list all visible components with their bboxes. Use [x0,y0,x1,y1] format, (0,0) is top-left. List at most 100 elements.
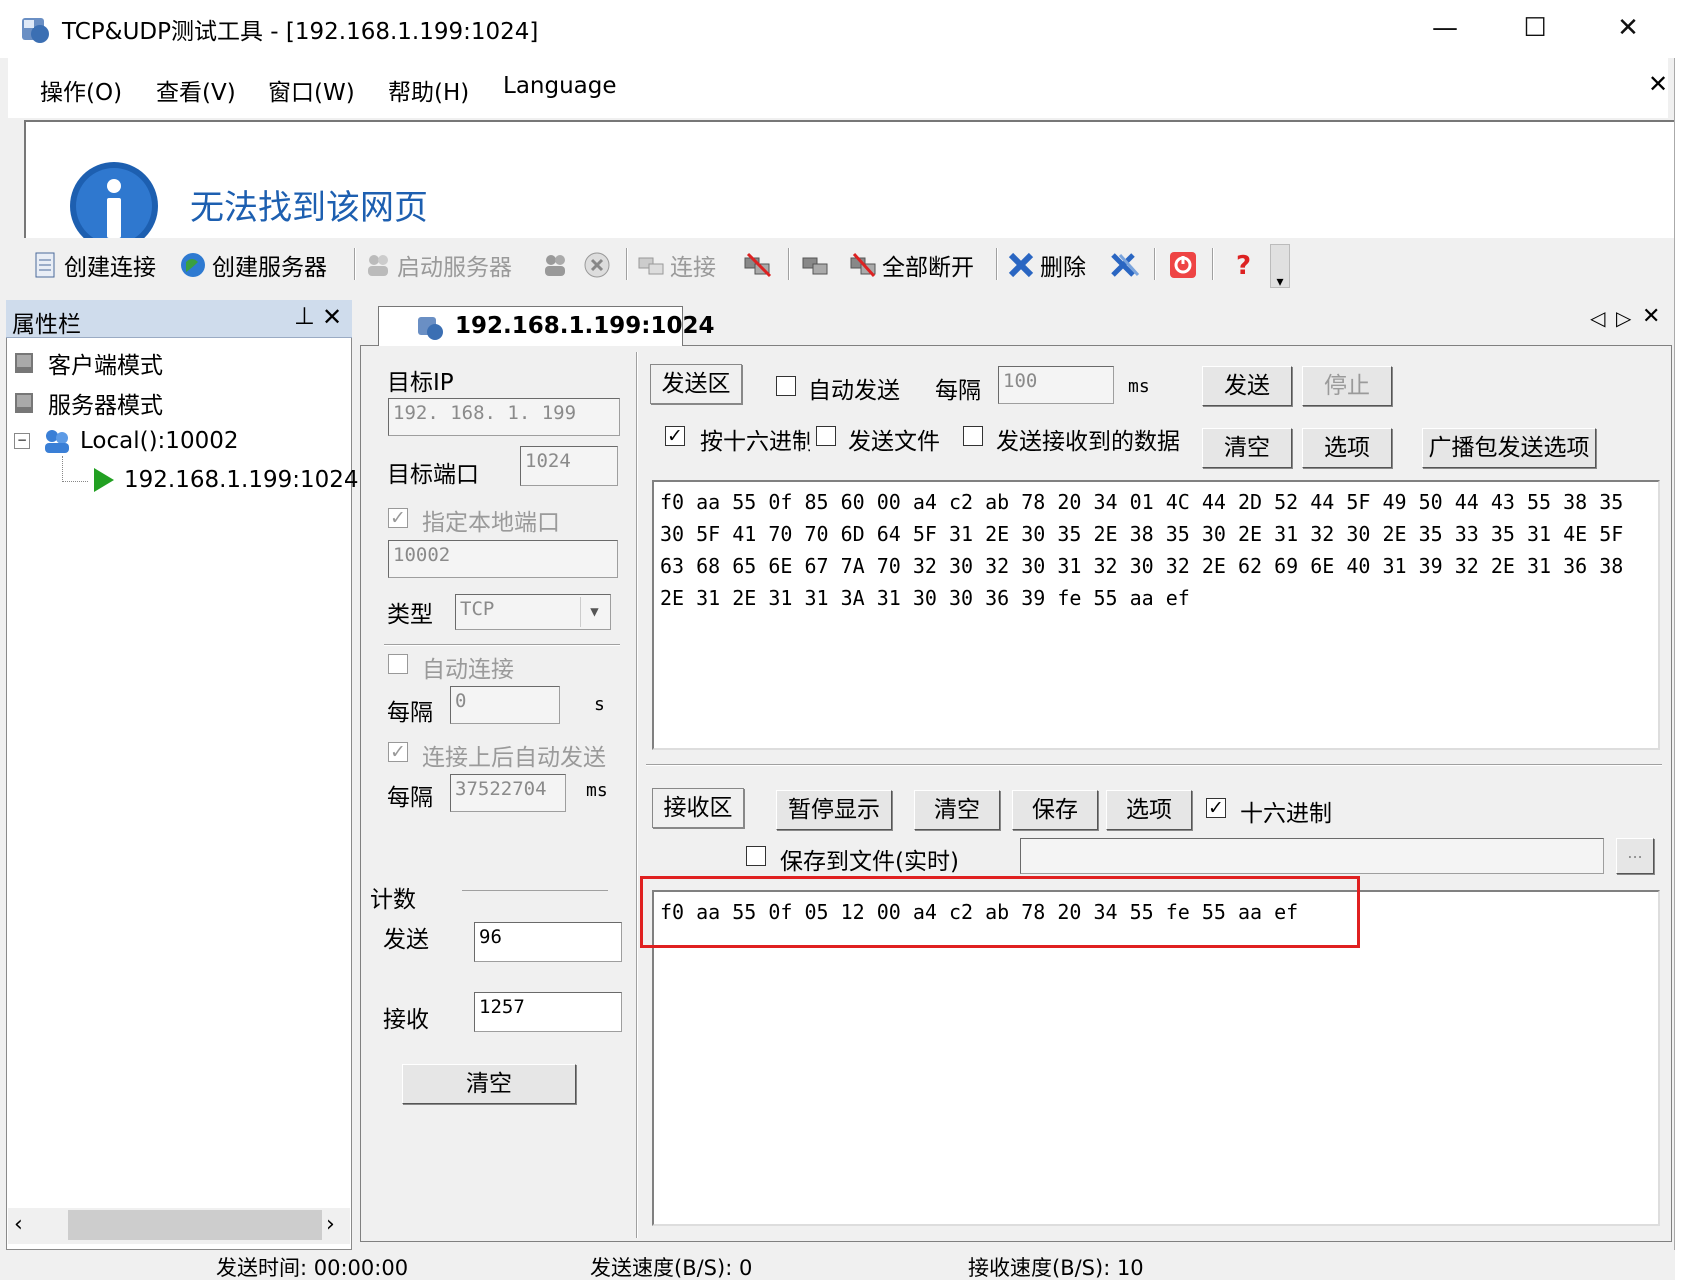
menu-close-icon[interactable]: ✕ [1648,70,1668,98]
receive-save-button[interactable]: 保存 [1012,790,1098,830]
receive-clear-button[interactable]: 清空 [914,790,1000,830]
connect-button[interactable]: 连接 [636,248,716,282]
save-file-path-input[interactable] [1020,838,1604,874]
highlight-box [640,876,1360,948]
send-button[interactable]: 发送 [1202,366,1292,406]
send-file-checkbox[interactable] [816,426,836,446]
help-icon[interactable]: ? [1228,248,1260,282]
panel-close-icon[interactable]: ✕ [322,303,342,331]
receive-options-button[interactable]: 选项 [1106,790,1192,830]
tree-connector [62,456,88,482]
maximize-button[interactable]: ☐ [1505,6,1565,50]
horizontal-scrollbar[interactable]: ‹ › [8,1208,350,1244]
send-data-area[interactable]: f0 aa 55 0f 85 60 00 a4 c2 ab 78 20 34 0… [652,480,1660,750]
delete-button[interactable]: 删除 [1006,248,1086,282]
count-label: 计数 [370,887,416,913]
tab-scroll-left-icon[interactable]: ◁ [1590,306,1605,330]
save-to-file-checkbox[interactable] [746,846,766,866]
local-label: Local():10002 [80,428,239,454]
send-received-checkbox[interactable] [963,426,983,446]
broadcast-options-button[interactable]: 广播包发送选项 [1422,428,1596,468]
auto-interval-input[interactable]: 37522704 [450,774,566,812]
delete-all-icon[interactable] [1108,250,1140,280]
tab-close-icon[interactable]: ✕ [1642,304,1660,329]
send-interval-input[interactable]: 100 [998,366,1114,404]
auto-connect-label: 自动连接 [422,657,514,683]
server-users-icon[interactable] [540,250,570,280]
menu-view[interactable]: 查看(V) [156,73,236,107]
scroll-right-icon[interactable]: › [326,1212,335,1237]
network-settings-icon[interactable] [800,250,832,280]
browse-button[interactable]: ... [1616,838,1654,874]
menu-operate[interactable]: 操作(O) [40,73,122,107]
title-bar: TCP&UDP测试工具 - [192.168.1.199:1024] — ☐ ✕ [0,0,1675,58]
collapse-icon[interactable]: − [14,433,30,449]
type-label: 类型 [387,602,433,628]
disconnect-all-label: 全部断开 [882,255,974,281]
auto-interval-label: 每隔 [387,785,433,811]
tree-item-connection[interactable]: 192.168.1.199:1024 [90,466,359,494]
menu-help[interactable]: 帮助(H) [388,73,469,107]
tree-item-client-mode[interactable]: 客户端模式 [12,346,163,380]
target-ip-input[interactable]: 192. 168. 1. 199 [388,398,620,436]
menu-language[interactable]: Language [503,73,617,99]
close-button[interactable]: ✕ [1598,6,1658,50]
menu-window[interactable]: 窗口(W) [268,73,355,107]
save-to-file-label: 保存到文件(实时) [780,849,959,875]
local-port-input[interactable]: 10002 [388,540,618,578]
start-server-button[interactable]: 启动服务器 [363,248,512,282]
send-data-line: 30 5F 41 70 70 6D 64 5F 31 2E 30 35 2E 3… [660,522,1624,546]
clear-count-button[interactable]: 清空 [402,1064,576,1104]
computer-icon [15,393,33,413]
type-select[interactable]: TCP ▼ [455,594,611,630]
auto-send-checkbox[interactable]: ✓ [388,742,408,762]
dropdown-arrow-icon[interactable]: ▼ [580,597,608,627]
document-icon [35,252,55,278]
create-connection-label: 创建连接 [64,255,156,281]
tab-connection[interactable]: 192.168.1.199:1024 [378,306,714,346]
sent-count-input[interactable]: 96 [474,922,622,962]
hex-receive-label: 十六进制 [1240,801,1332,827]
scroll-left-icon[interactable]: ‹ [14,1212,23,1237]
toolbar-separator [996,248,998,280]
send-interval-label: 每隔 [935,378,981,404]
error-message: 无法找到该网页 [190,188,428,228]
minimize-button[interactable]: — [1415,6,1475,50]
toolbar-separator [354,248,356,280]
receive-area-label: 接收区 [652,788,744,828]
send-options-button[interactable]: 选项 [1302,428,1392,468]
create-connection-button[interactable]: 创建连接 [30,248,156,282]
pause-display-button[interactable]: 暂停显示 [776,790,892,830]
interval-input[interactable]: 0 [450,686,560,724]
send-clear-button[interactable]: 清空 [1202,428,1292,468]
auto-send-toggle[interactable] [776,376,796,396]
pin-icon[interactable]: ⊥ [294,302,315,330]
tree-item-server-mode[interactable]: 服务器模式 [12,386,163,420]
config-divider [384,644,620,646]
disconnect-all-button[interactable]: 全部断开 [848,248,974,282]
network-users-icon [45,430,69,453]
recv-count-input[interactable]: 1257 [474,992,622,1032]
hex-send-checkbox[interactable]: ✓ [665,426,685,446]
svg-text:?: ? [1236,251,1251,281]
target-port-input[interactable]: 1024 [520,446,618,486]
auto-connect-checkbox[interactable] [388,654,408,674]
toolbar-separator [1154,248,1156,280]
hex-receive-checkbox[interactable]: ✓ [1206,798,1226,818]
toolbar-separator [1212,248,1214,280]
delete-icon [1008,252,1034,278]
stop-server-icon[interactable] [582,250,612,280]
toolbar-separator [626,248,628,280]
scroll-thumb[interactable] [68,1210,322,1240]
send-received-label: 发送接收到的数据 [996,429,1180,455]
local-port-checkbox[interactable]: ✓ [388,508,408,528]
area-divider [646,764,1662,766]
stop-button[interactable]: 停止 [1302,366,1392,406]
power-icon[interactable] [1168,250,1198,280]
toolbar-overflow-button[interactable]: ▾ [1270,244,1290,290]
auto-interval-unit: ms [586,780,608,801]
create-server-button[interactable]: 创建服务器 [178,248,327,282]
disconnect-icon[interactable] [742,250,774,280]
tab-scroll-right-icon[interactable]: ▷ [1616,306,1631,330]
tree-item-local[interactable]: − Local():10002 [14,426,238,456]
